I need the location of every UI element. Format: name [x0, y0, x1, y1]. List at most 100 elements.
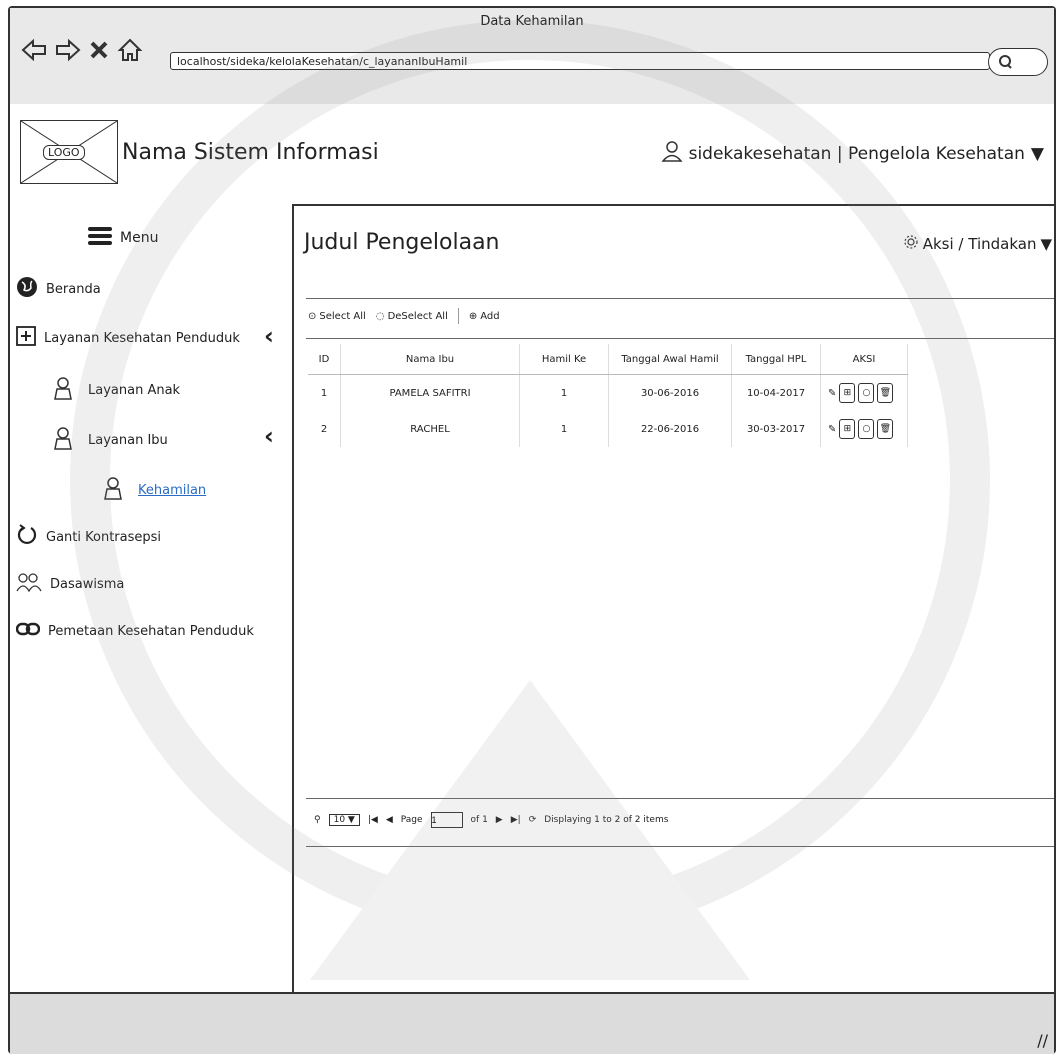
column-header-tanggal-awal-hamil[interactable]: Tanggal Awal Hamil [608, 344, 732, 375]
deselect-icon: ◌ [375, 310, 385, 322]
delete-icon[interactable]: 🗑 [877, 419, 894, 439]
sidebar-item-label: Dasawisma [50, 576, 125, 592]
column-header-nama-ibu[interactable]: Nama Ibu [340, 344, 520, 375]
add-icon: ⊕ [468, 310, 478, 322]
close-icon[interactable] [88, 36, 110, 64]
next-page-icon[interactable]: ▶ [496, 815, 503, 825]
window-title: Data Kehamilan [480, 14, 584, 29]
prev-page-icon[interactable]: ◀ [386, 815, 393, 825]
search-icon[interactable]: ⚲ [314, 815, 321, 825]
add-button[interactable]: ⊕ Add [469, 311, 500, 322]
page-label: Page [400, 815, 423, 825]
first-page-icon[interactable]: |◀ [368, 815, 378, 825]
last-page-icon[interactable]: ▶| [511, 815, 521, 825]
cell-tanggal-awal: 30-06-2016 [608, 374, 732, 411]
logo-text: LOGO [43, 145, 85, 160]
browser-chrome: Data Kehamilan localhost/sideka/kelolaKe… [10, 8, 1054, 106]
browser-search-button[interactable] [988, 48, 1048, 76]
sidebar-menu-header[interactable]: Menu [88, 226, 158, 250]
of-label: of 1 [470, 815, 488, 825]
resize-handle-icon[interactable]: // [1037, 1031, 1048, 1050]
edit-icon[interactable]: ✎ [828, 424, 836, 435]
home-icon[interactable] [116, 36, 144, 64]
cell-id: 2 [308, 411, 341, 447]
chevron-left-icon: ‹ [264, 422, 274, 450]
actions-menu[interactable]: Aksi / Tindakan ▼ [903, 234, 1052, 254]
sidebar-item-pemetaan[interactable]: Pemetaan Kesehatan Penduduk [15, 622, 254, 640]
divider [306, 798, 1054, 799]
column-header-hamil-ke[interactable]: Hamil Ke [519, 344, 609, 375]
select-all-button[interactable]: ⊙ Select All [308, 311, 366, 322]
nav-icons [20, 36, 144, 64]
chevron-down-icon: ▼ [1030, 143, 1044, 164]
app-header: LOGO Nama Sistem Informasi sidekakesehat… [10, 104, 1054, 206]
cell-hamil-ke: 1 [519, 411, 609, 447]
sidebar-item-ganti-kontrasepsi[interactable]: Ganti Kontrasepsi [16, 524, 161, 550]
divider [306, 846, 1054, 847]
toolbar-separator [457, 308, 459, 324]
chevron-down-icon: ▼ [1040, 235, 1052, 253]
person-icon [102, 476, 124, 504]
table-row[interactable]: 1 PAMELA SAFITRI 1 30-06-2016 10-04-2017… [308, 374, 908, 411]
divider [306, 298, 1054, 299]
page-title: Judul Pengelolaan [304, 230, 500, 255]
user-menu[interactable]: sidekakesehatan | Pengelola Kesehatan ▼ [661, 140, 1044, 167]
data-table: ID Nama Ibu Hamil Ke Tanggal Awal Hamil … [308, 344, 908, 447]
sidebar-item-dasawisma[interactable]: Dasawisma [16, 572, 124, 596]
actions-label: Aksi / Tindakan [922, 235, 1037, 253]
cell-id: 1 [308, 374, 341, 411]
sidebar-item-layanan-anak[interactable]: Layanan Anak [52, 376, 180, 404]
column-header-tanggal-hpl[interactable]: Tanggal HPL [731, 344, 821, 375]
column-header-id[interactable]: ID [308, 344, 341, 375]
page-size-select[interactable]: 10 ▼ [328, 814, 360, 826]
cell-hamil-ke: 1 [519, 374, 609, 411]
sidebar-item-label[interactable]: Kehamilan [138, 483, 206, 498]
sidebar-item-beranda[interactable]: Beranda [16, 276, 101, 302]
sidebar-item-label: Layanan Anak [88, 382, 181, 398]
table-row[interactable]: 2 RACHEL 1 22-06-2016 30-03-2017 ✎ ⊞ ○ 🗑 [308, 411, 908, 447]
group-icon [16, 572, 42, 596]
check-circle-icon: ⊙ [308, 310, 317, 322]
delete-icon[interactable]: 🗑 [877, 383, 894, 403]
refresh-icon[interactable]: ⟳ [529, 815, 537, 825]
cell-tanggal-awal: 22-06-2016 [608, 411, 732, 447]
menu-label: Menu [120, 230, 159, 246]
view-icon[interactable]: ○ [858, 383, 875, 403]
gear-icon [903, 234, 919, 254]
main-content: Judul Pengelolaan Aksi / Tindakan ▼ ⊙ Se… [294, 204, 1056, 992]
page-size-value: 10 [333, 815, 346, 825]
cell-tanggal-hpl: 30-03-2017 [731, 411, 821, 447]
system-name: Nama Sistem Informasi [122, 140, 379, 165]
view-icon[interactable]: ○ [858, 419, 875, 439]
detail-icon[interactable]: ⊞ [839, 383, 856, 403]
forward-icon[interactable] [54, 36, 82, 64]
divider [306, 338, 1054, 339]
select-all-label: Select All [319, 310, 366, 322]
edit-icon[interactable]: ✎ [828, 388, 836, 399]
page-input[interactable] [430, 812, 463, 828]
detail-icon[interactable]: ⊞ [839, 419, 856, 439]
cell-aksi: ✎ ⊞ ○ 🗑 [820, 411, 908, 447]
sidebar-item-label: Beranda [46, 281, 101, 297]
sidebar-item-layanan-ibu[interactable]: Layanan Ibu ‹ [52, 422, 288, 454]
person-icon [52, 376, 74, 404]
column-header-aksi: AKSI [820, 344, 908, 375]
display-info: Displaying 1 to 2 of 2 items [544, 815, 669, 825]
sidebar-item-layanan-kesehatan[interactable]: Layanan Kesehatan Penduduk ‹ [16, 322, 286, 350]
globe-icon [16, 276, 38, 302]
hamburger-icon [88, 226, 112, 250]
link-icon [15, 622, 41, 640]
sidebar-item-label: Layanan Ibu [88, 432, 168, 448]
table-header-row: ID Nama Ibu Hamil Ke Tanggal Awal Hamil … [308, 344, 908, 375]
user-label: sidekakesehatan | Pengelola Kesehatan [688, 143, 1025, 164]
sidebar-item-label: Ganti Kontrasepsi [46, 529, 162, 545]
cell-aksi: ✎ ⊞ ○ 🗑 [820, 374, 908, 411]
sidebar: Menu Beranda Layanan Kesehatan Penduduk … [10, 204, 294, 992]
sidebar-item-kehamilan[interactable]: Kehamilan [102, 476, 206, 504]
browser-window: Data Kehamilan localhost/sideka/kelolaKe… [8, 6, 1056, 1054]
back-icon[interactable] [20, 36, 48, 64]
url-bar[interactable]: localhost/sideka/kelolaKesehatan/c_layan… [170, 52, 990, 70]
logo: LOGO [20, 120, 118, 184]
deselect-all-button[interactable]: ◌ DeSelect All [376, 311, 448, 322]
footer-bar: // [10, 992, 1054, 1054]
